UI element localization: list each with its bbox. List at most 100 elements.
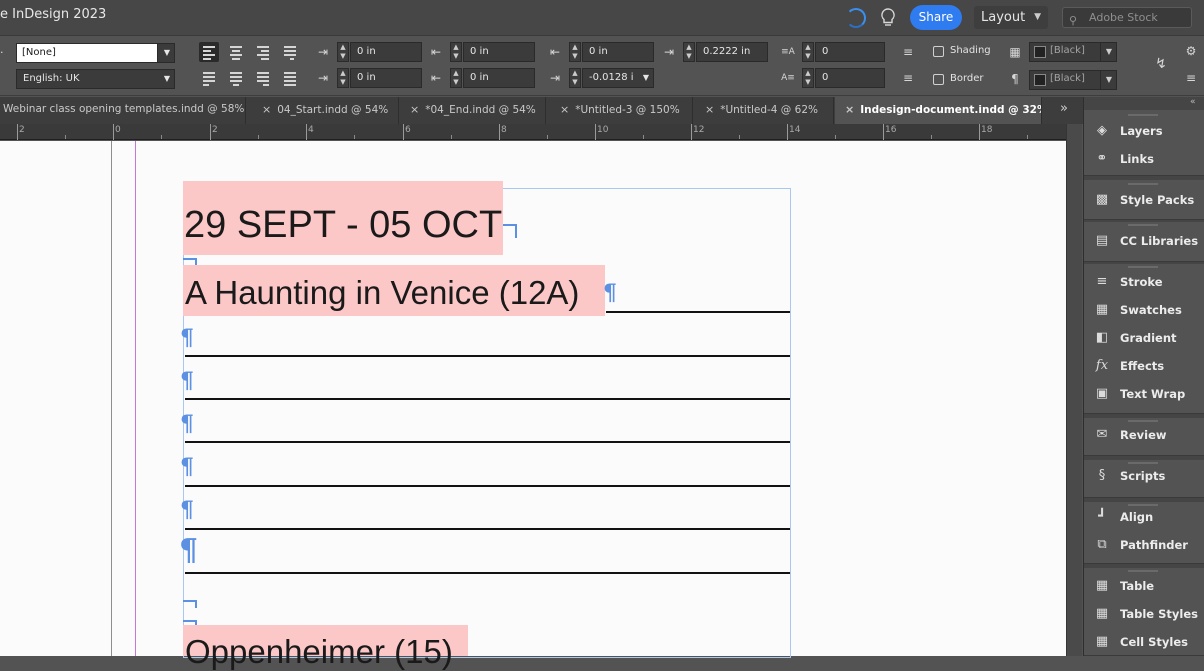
tab-untitled-3[interactable]: × *Untitled-3 @ 150% bbox=[547, 97, 693, 124]
right-indent-stepper[interactable]: ▲ ▼ bbox=[450, 42, 462, 62]
shading-grid-icon[interactable]: ▦ bbox=[1006, 44, 1024, 60]
margin-guide bbox=[135, 141, 136, 656]
adobe-stock-search[interactable]: ⚲ Adobe Stock bbox=[1062, 7, 1192, 28]
numbered-list-icon[interactable]: ≡ bbox=[899, 70, 917, 86]
space-before-field[interactable]: 0 in bbox=[582, 42, 654, 62]
close-icon[interactable]: × bbox=[705, 103, 714, 116]
panel-grip[interactable] bbox=[1128, 420, 1158, 422]
panel-item-label: Pathfinder bbox=[1120, 538, 1188, 552]
paragraph-rule bbox=[606, 311, 790, 313]
justify-right-button[interactable] bbox=[253, 68, 273, 88]
tab-webinar-templates[interactable]: Webinar class opening templates.indd @ 5… bbox=[0, 97, 246, 124]
panel-item-text-wrap[interactable]: ▣ Text Wrap bbox=[1093, 382, 1201, 406]
first-line-indent-field[interactable]: 0 in bbox=[350, 68, 422, 88]
panel-item-gradient[interactable]: ◧ Gradient bbox=[1093, 326, 1201, 350]
paragraph-style-dropdown[interactable]: ▼ bbox=[157, 43, 175, 63]
border-swatch-dropdown[interactable]: [Black] ▼ bbox=[1029, 70, 1117, 90]
tab-04-start[interactable]: × 04_Start.indd @ 54% bbox=[247, 97, 399, 124]
panel-item-review[interactable]: ✉ Review bbox=[1093, 423, 1201, 447]
pilcrow-icon: ¶ bbox=[180, 325, 194, 351]
paragraph-border-icon[interactable]: ¶ bbox=[1006, 71, 1024, 87]
justify-all-button[interactable] bbox=[280, 68, 300, 88]
align-towards-spine-button[interactable] bbox=[280, 42, 300, 62]
panel-item-align[interactable]: ┛ Align bbox=[1093, 505, 1201, 529]
gear-icon[interactable]: ⚙ bbox=[1183, 43, 1199, 59]
panel-item-cell-styles[interactable]: ▦ Cell Styles bbox=[1093, 630, 1201, 654]
language-dropdown[interactable]: English: UK ▼ bbox=[16, 69, 175, 89]
lightbulb-icon[interactable] bbox=[878, 6, 898, 30]
right-indent-icon: ⇤ bbox=[430, 45, 442, 59]
panel-item-style-packs[interactable]: ▩ Style Packs bbox=[1093, 188, 1201, 212]
panel-grip[interactable] bbox=[1128, 114, 1158, 116]
shading-checkbox[interactable] bbox=[933, 46, 944, 57]
movie-title-2[interactable]: Oppenheimer (15) bbox=[185, 633, 453, 671]
tab-04-end[interactable]: × *04_End.indd @ 54% bbox=[400, 97, 546, 124]
panel-item-effects[interactable]: fx Effects bbox=[1093, 354, 1201, 378]
panel-item-table-styles[interactable]: ▦ Table Styles bbox=[1093, 602, 1201, 626]
align-right-button[interactable] bbox=[253, 42, 273, 62]
panel-item-cc-libraries[interactable]: ▤ CC Libraries bbox=[1093, 229, 1201, 253]
tab-label: Indesign-document.indd @ 32% bbox=[860, 104, 1042, 116]
horizontal-ruler[interactable]: 2 0 2 4 6 8 10 12 14 16 18 bbox=[0, 124, 1066, 140]
cell-styles-icon: ▦ bbox=[1095, 634, 1109, 649]
align-center-button[interactable] bbox=[226, 42, 246, 62]
justify-center-button[interactable] bbox=[226, 68, 246, 88]
left-indent-stepper[interactable]: ▲ ▼ bbox=[337, 42, 349, 62]
first-line-indent-stepper[interactable]: ▲ ▼ bbox=[337, 68, 349, 88]
last-line-indent-field[interactable]: 0 in bbox=[463, 68, 535, 88]
close-icon[interactable]: × bbox=[845, 103, 854, 116]
panel-item-pathfinder[interactable]: ⧉ Pathfinder bbox=[1093, 533, 1201, 557]
panel-item-swatches[interactable]: ▦ Swatches bbox=[1093, 298, 1201, 322]
baseline-shift-stepper[interactable]: ▲ ▼ bbox=[569, 68, 581, 88]
right-indent-field[interactable]: 0 in bbox=[463, 42, 535, 62]
justify-left-button[interactable] bbox=[199, 68, 219, 88]
drop-cap-lines-field[interactable]: 0 bbox=[815, 42, 885, 62]
panel-item-layers[interactable]: ◈ Layers bbox=[1093, 119, 1201, 143]
tab-overflow-chevron-icon[interactable]: » bbox=[1060, 101, 1068, 116]
baseline-shift-field[interactable]: -0.0128 i ▼ bbox=[582, 68, 654, 88]
drop-cap-lines-stepper[interactable]: ▲ ▼ bbox=[802, 42, 814, 62]
tab-indesign-document[interactable]: × Indesign-document.indd @ 32% bbox=[835, 97, 1042, 124]
panel-grip[interactable] bbox=[1128, 570, 1158, 572]
close-icon[interactable]: × bbox=[262, 103, 271, 116]
shading-swatch-dropdown[interactable]: [Black] ▼ bbox=[1029, 42, 1117, 62]
drop-cap-chars-field[interactable]: 0 bbox=[815, 68, 885, 88]
paragraph-style-field[interactable]: [None] bbox=[16, 43, 158, 63]
text-frame[interactable] bbox=[183, 188, 791, 658]
workspace-switcher[interactable]: Layout ▼ bbox=[974, 6, 1048, 29]
panel-grip[interactable] bbox=[1128, 224, 1158, 226]
panel-item-label: Review bbox=[1120, 428, 1167, 442]
border-checkbox[interactable] bbox=[933, 74, 944, 85]
drop-cap-chars-stepper[interactable]: ▲ ▼ bbox=[802, 68, 814, 88]
space-after-stepper[interactable]: ▲ ▼ bbox=[683, 42, 695, 62]
panel-item-stroke[interactable]: ≡ Stroke bbox=[1093, 270, 1201, 294]
space-before-stepper[interactable]: ▲ ▼ bbox=[569, 42, 581, 62]
bulleted-list-icon[interactable]: ≡ bbox=[899, 44, 917, 60]
frame-break-marker bbox=[503, 224, 517, 238]
panel-item-scripts[interactable]: § Scripts bbox=[1093, 464, 1201, 488]
panel-menu-icon[interactable]: ≡ bbox=[1183, 70, 1199, 86]
links-icon: ⚭ bbox=[1096, 151, 1108, 166]
baseline-shift-icon: ⇥ bbox=[549, 71, 561, 85]
ruler-label: 10 bbox=[597, 125, 609, 135]
panel-grip[interactable] bbox=[1128, 266, 1158, 268]
share-button[interactable]: Share bbox=[910, 5, 962, 30]
date-range-heading[interactable]: 29 SEPT - 05 OCT bbox=[184, 204, 502, 247]
movie-title-1[interactable]: A Haunting in Venice (12A) bbox=[185, 274, 579, 312]
quick-apply-lightning-icon[interactable]: ↯ bbox=[1153, 56, 1169, 72]
collapse-panels-icon[interactable]: « bbox=[1190, 97, 1196, 107]
align-left-button[interactable] bbox=[199, 42, 219, 62]
left-indent-field[interactable]: 0 in bbox=[350, 42, 422, 62]
vertical-scrollbar[interactable] bbox=[1066, 124, 1082, 656]
space-after-icon: ⇥ bbox=[663, 45, 675, 59]
paragraph-rule bbox=[185, 528, 790, 530]
tab-untitled-4[interactable]: × *Untitled-4 @ 62% bbox=[694, 97, 834, 124]
panel-grip[interactable] bbox=[1128, 183, 1158, 185]
panel-item-links[interactable]: ⚭ Links bbox=[1093, 147, 1201, 171]
ruler-tick bbox=[787, 124, 788, 140]
space-after-field[interactable]: 0.2222 in bbox=[696, 42, 768, 62]
panel-item-table[interactable]: ▦ Table bbox=[1093, 574, 1201, 598]
last-line-indent-stepper[interactable]: ▲ ▼ bbox=[450, 68, 462, 88]
close-icon[interactable]: × bbox=[410, 103, 419, 116]
close-icon[interactable]: × bbox=[560, 103, 569, 116]
